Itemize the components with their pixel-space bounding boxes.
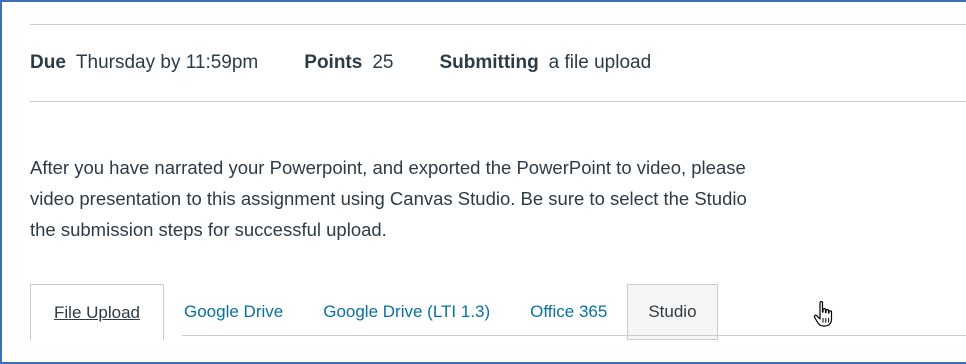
details-divider [30,101,966,102]
hand-pointer-icon [813,301,833,327]
description-line: video presentation to this assignment us… [30,188,747,209]
tab-label: Google Drive [184,302,284,321]
due-value: Thursday by 11:59pm [75,52,259,73]
tab-label: Google Drive (LTI 1.3) [323,302,491,321]
due-label: Due [30,52,66,73]
points-label: Points [304,52,363,73]
top-divider [30,24,966,25]
description-line: the submission steps for successful uplo… [30,219,387,240]
assignment-description: After you have narrated your Powerpoint,… [30,152,966,245]
submitting-label: Submitting [439,52,539,73]
tab-studio[interactable]: Studio [627,284,718,340]
description-line: After you have narrated your Powerpoint,… [30,157,746,178]
tab-label: File Upload [54,302,140,322]
points-detail: Points 25 [304,52,393,74]
tab-office-365[interactable]: Office 365 [510,284,627,340]
submitting-value: a file upload [548,52,652,73]
tab-google-drive[interactable]: Google Drive [164,284,303,340]
tab-label: Studio [648,302,697,321]
tab-file-upload[interactable]: File Upload [30,284,164,340]
tab-google-drive-lti[interactable]: Google Drive (LTI 1.3) [303,284,510,340]
screenshot-frame: Due Thursday by 11:59pm Points 25 Submit… [0,0,966,364]
due-detail: Due Thursday by 11:59pm [30,52,258,74]
tabs-divider [182,335,966,336]
submitting-detail: Submitting a file upload [439,52,651,74]
points-value: 25 [372,52,394,73]
assignment-details: Due Thursday by 11:59pm Points 25 Submit… [30,52,697,74]
tab-label: Office 365 [530,302,608,321]
